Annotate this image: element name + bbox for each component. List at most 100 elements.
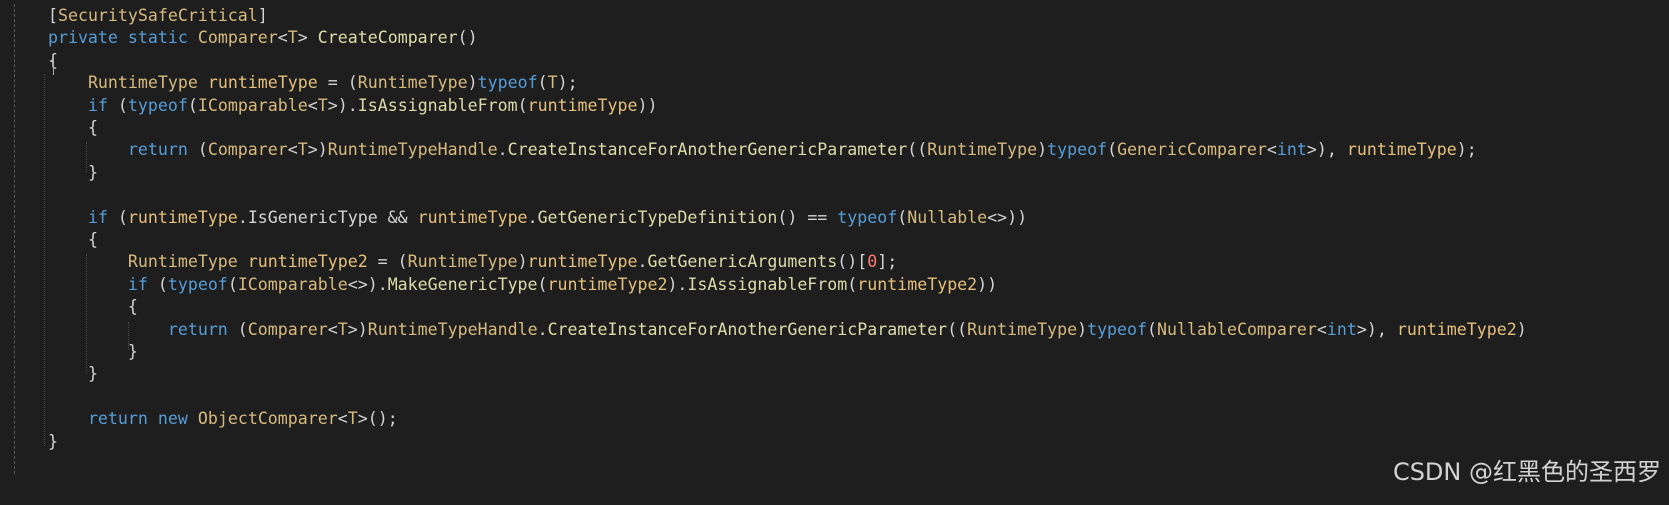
code-token: && [377,207,418,227]
code-token: . [237,207,248,227]
code-token: > [297,28,318,48]
code-token: RuntimeType [87,73,198,93]
code-line[interactable]: return (Comparer<T>)RuntimeTypeHandle.Cr… [8,318,1669,342]
code-token: >) [307,140,328,160]
code-line[interactable]: if (typeof(IComparable<T>).IsAssignableF… [8,94,1669,118]
code-token: private [47,28,118,48]
code-token: typeof [1047,140,1108,160]
code-token: ( [227,319,248,339]
code-line[interactable]: { [8,116,1669,140]
code-token: int [1276,140,1307,160]
code-token: () [457,28,478,48]
code-token: T [317,95,328,115]
code-token: ( [517,95,528,115]
code-line[interactable]: if (runtimeType.IsGenericType && runtime… [8,206,1669,230]
code-token: . [637,252,648,272]
code-line[interactable]: } [8,161,1669,185]
code-token: Comparer [247,319,328,339]
code-token: typeof [837,207,898,227]
code-line[interactable]: { [8,228,1669,252]
code-line[interactable]: { [8,295,1669,319]
code-token: RuntimeType [927,140,1038,160]
code-line[interactable]: { [8,49,1669,73]
code-token: T [337,319,348,339]
code-token: ( [147,274,168,294]
code-editor[interactable]: [SecuritySafeCritical] private static Co… [0,0,1669,505]
code-token: } [127,342,138,361]
code-token: Comparer [207,140,288,160]
code-token: ) [467,73,478,93]
code-token: . [497,140,508,160]
code-token: (( [947,319,968,339]
code-token: { [127,297,138,317]
code-token: return [127,140,188,160]
code-token: ]; [877,252,898,272]
code-token: ( [537,73,548,93]
code-token: IComparable [197,95,308,115]
code-token: T [297,140,308,160]
code-token: ); [557,73,578,93]
code-token: < [287,140,298,160]
code-token: < [337,409,348,429]
code-line[interactable]: RuntimeType runtimeType2 = (RuntimeType)… [8,250,1669,274]
code-token: ( [187,140,208,160]
code-line[interactable]: } [8,430,1669,454]
code-token: NullableComparer [1157,319,1317,339]
code-token: RuntimeTypeHandle [367,319,538,339]
code-token: runtimeType [1346,140,1457,160]
code-token: ) [1037,140,1048,160]
code-line[interactable] [8,385,1669,409]
code-token: typeof [127,95,188,115]
code-token: Comparer [197,28,278,48]
code-line[interactable]: if (typeof(IComparable<>).MakeGenericTyp… [8,273,1669,297]
code-token: if [87,207,108,227]
code-token: 0 [867,252,878,272]
code-line[interactable]: [SecuritySafeCritical] [8,4,1669,28]
code-token: static [127,28,188,48]
code-line[interactable]: } [8,362,1669,386]
code-token: T [547,73,558,93]
code-token: T [287,28,298,48]
code-line[interactable]: return new ObjectComparer<T>(); [8,407,1669,431]
code-token: [ [47,6,58,25]
code-token: CreateInstanceForAnotherGenericParameter [547,319,948,339]
code-line[interactable]: private static Comparer<T> CreateCompare… [8,26,1669,50]
code-token: if [87,95,108,115]
code-token: int [1326,319,1357,339]
code-token: Nullable [907,207,988,227]
code-line[interactable] [8,183,1669,207]
code-token: } [47,431,58,451]
code-line[interactable]: } [8,340,1669,364]
code-token: CreateInstanceForAnotherGenericParameter [507,140,908,160]
code-token: (( [907,140,928,160]
code-line[interactable]: RuntimeType runtimeType = (RuntimeType)t… [8,71,1669,95]
code-token: CreateComparer [317,28,458,48]
code-token: GetGenericTypeDefinition [537,207,778,227]
code-token: ) [1516,319,1527,339]
code-token: typeof [1087,319,1148,339]
code-token: return [87,409,148,429]
code-token: } [87,162,98,182]
code-token: { [87,230,98,249]
code-token: >) [347,319,368,339]
code-token: >), [1356,319,1397,339]
code-token: RuntimeType [967,319,1078,339]
code-token: IComparable [237,274,348,294]
code-line[interactable]: return (Comparer<T>)RuntimeTypeHandle.Cr… [8,138,1669,162]
code-token: ] [257,6,268,25]
code-token: ( [107,207,128,227]
code-token: if [127,274,148,294]
code-token: T [347,409,358,429]
code-token: runtimeType [527,252,638,272]
